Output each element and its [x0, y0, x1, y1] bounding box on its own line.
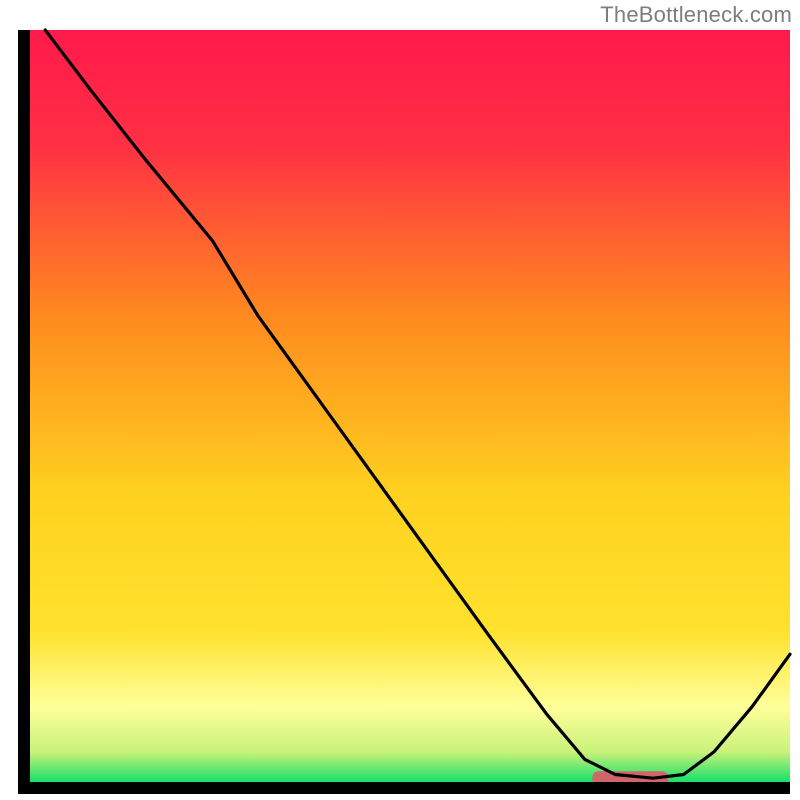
chart-canvas — [0, 0, 800, 800]
y-axis — [18, 30, 30, 794]
watermark-text: TheBottleneck.com — [600, 2, 792, 28]
plot-area — [30, 30, 790, 785]
gradient-background — [30, 30, 790, 782]
x-axis — [18, 782, 790, 794]
